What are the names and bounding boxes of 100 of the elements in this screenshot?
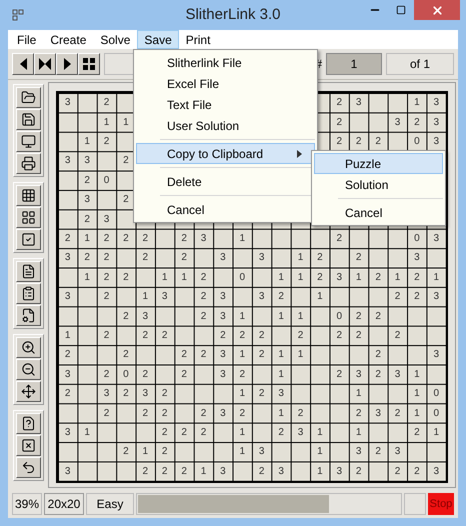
document-button[interactable] <box>16 261 40 282</box>
open-folder-button[interactable] <box>16 87 40 108</box>
grid-cell[interactable]: 2 <box>116 228 136 248</box>
middle-button[interactable] <box>34 53 56 75</box>
grid-cell[interactable]: 3 <box>388 112 408 132</box>
grid-cell[interactable]: 1 <box>116 112 136 132</box>
grid-cell[interactable]: 3 <box>58 364 78 384</box>
grid-cell[interactable]: 3 <box>426 462 446 481</box>
grid-cell[interactable]: 0 <box>96 170 116 190</box>
grid-cell[interactable]: 2 <box>174 462 194 481</box>
grid-cell[interactable]: 2 <box>348 403 368 423</box>
grid-cell[interactable]: 2 <box>174 422 194 442</box>
grid-button[interactable] <box>16 185 40 206</box>
grid-cell[interactable]: 2 <box>388 326 408 346</box>
grid-cell[interactable]: 3 <box>271 462 291 481</box>
grid-cell[interactable]: 2 <box>388 462 408 481</box>
grid-cell[interactable]: 3 <box>213 345 233 365</box>
grid-cell[interactable]: 2 <box>388 403 408 423</box>
grid-cell[interactable]: 2 <box>194 306 214 326</box>
grid-cell[interactable]: 3 <box>368 403 388 423</box>
grid-cell[interactable]: 2 <box>116 345 136 365</box>
grid-cell[interactable]: 0 <box>330 306 349 326</box>
grid-cell[interactable]: 2 <box>136 228 155 248</box>
grid-cell[interactable]: 3 <box>194 228 214 248</box>
grid-cell[interactable]: 2 <box>58 228 78 248</box>
grid-cell[interactable]: 3 <box>330 268 349 287</box>
grid-cell[interactable]: 3 <box>388 442 408 462</box>
grid-cell[interactable]: 2 <box>154 462 174 481</box>
grid-cell[interactable]: 3 <box>213 403 233 423</box>
grid-cell[interactable]: 3 <box>213 248 233 268</box>
grid-cell[interactable]: 2 <box>348 326 368 346</box>
grid-cell[interactable]: 2 <box>174 248 194 268</box>
grid-cell[interactable]: 1 <box>154 268 174 287</box>
grid-cell[interactable]: 2 <box>194 403 214 423</box>
grid-cell[interactable]: 3 <box>252 286 272 306</box>
grid-cell[interactable]: 1 <box>77 268 97 287</box>
grid-cell[interactable]: 1 <box>271 268 291 287</box>
grid-cell[interactable]: 2 <box>407 112 427 132</box>
grid-cell[interactable]: 1 <box>348 422 368 442</box>
grid-cell[interactable]: 2 <box>330 326 349 346</box>
grid-cell[interactable]: 1 <box>174 268 194 287</box>
grid-cell[interactable]: 0 <box>116 364 136 384</box>
grid-cell[interactable]: 1 <box>290 306 310 326</box>
grid-cell[interactable]: 1 <box>290 268 310 287</box>
grid-cell[interactable]: 3 <box>348 442 368 462</box>
grid-cell[interactable]: 2 <box>58 384 78 404</box>
grid-cell[interactable]: 1 <box>310 422 330 442</box>
grid-cell[interactable]: 2 <box>290 326 310 346</box>
grid-cell[interactable]: 1 <box>96 112 116 132</box>
grid-cell[interactable]: 2 <box>330 132 349 152</box>
grid-cell[interactable]: 1 <box>77 132 97 152</box>
grid-cell[interactable]: 2 <box>96 326 116 346</box>
grid-cell[interactable]: 2 <box>96 403 116 423</box>
grid-cell[interactable]: 2 <box>136 403 155 423</box>
grid-cell[interactable]: 3 <box>426 228 446 248</box>
grid-cell[interactable]: 3 <box>58 151 78 171</box>
grid-cell[interactable]: 1 <box>232 228 252 248</box>
overview-button[interactable] <box>78 53 100 75</box>
grid-cell[interactable]: 2 <box>116 151 136 171</box>
grid-cell[interactable]: 2 <box>154 384 174 404</box>
grid-cell[interactable]: 2 <box>96 364 116 384</box>
grid-cell[interactable]: 3 <box>77 151 97 171</box>
grid-cell[interactable]: 1 <box>232 306 252 326</box>
grid-cell[interactable]: 2 <box>368 345 388 365</box>
grid-cell[interactable]: 2 <box>407 462 427 481</box>
grid-cell[interactable]: 2 <box>174 364 194 384</box>
grid-cell[interactable]: 3 <box>77 190 97 210</box>
grid-cell[interactable]: 1 <box>271 306 291 326</box>
grid-cell[interactable]: 2 <box>116 306 136 326</box>
grid-cell[interactable]: 1 <box>348 384 368 404</box>
grid-cell[interactable]: 3 <box>426 93 446 112</box>
grid-cell[interactable]: 2 <box>154 422 174 442</box>
grid-cell[interactable]: 2 <box>330 112 349 132</box>
menu-bar-item[interactable]: Solve <box>93 30 138 49</box>
clear-button[interactable] <box>16 435 40 456</box>
menu-bar-item[interactable]: Print <box>178 30 218 49</box>
grid-cell[interactable]: 1 <box>77 228 97 248</box>
grid-cell[interactable]: 3 <box>348 93 368 112</box>
grid-cell[interactable]: 3 <box>136 384 155 404</box>
puzzle-number-field[interactable]: 1 <box>326 53 382 75</box>
undo-button[interactable] <box>16 457 40 478</box>
menu-item[interactable]: Cancel <box>314 202 443 223</box>
grid-cell[interactable]: 3 <box>252 442 272 462</box>
grid-cell[interactable]: 2 <box>96 132 116 152</box>
grid-cell[interactable]: 3 <box>426 286 446 306</box>
grid-cell[interactable]: 3 <box>348 364 368 384</box>
grid-cell[interactable]: 2 <box>116 442 136 462</box>
menu-item[interactable]: Excel File <box>136 73 315 94</box>
grid-cell[interactable]: 1 <box>136 442 155 462</box>
grid-cell[interactable]: 2 <box>252 462 272 481</box>
grid-cell[interactable]: 1 <box>426 422 446 442</box>
grid-cell[interactable]: 2 <box>232 403 252 423</box>
menu-item[interactable]: User Solution <box>136 115 315 136</box>
grid-cell[interactable]: 1 <box>426 268 446 287</box>
grid-cell[interactable]: 2 <box>116 268 136 287</box>
menu-item[interactable]: Puzzle <box>314 153 443 174</box>
grid-cell[interactable]: 1 <box>407 384 427 404</box>
grid-cell[interactable]: 3 <box>58 286 78 306</box>
move-button[interactable] <box>16 381 40 402</box>
tiles-button[interactable] <box>16 207 40 228</box>
